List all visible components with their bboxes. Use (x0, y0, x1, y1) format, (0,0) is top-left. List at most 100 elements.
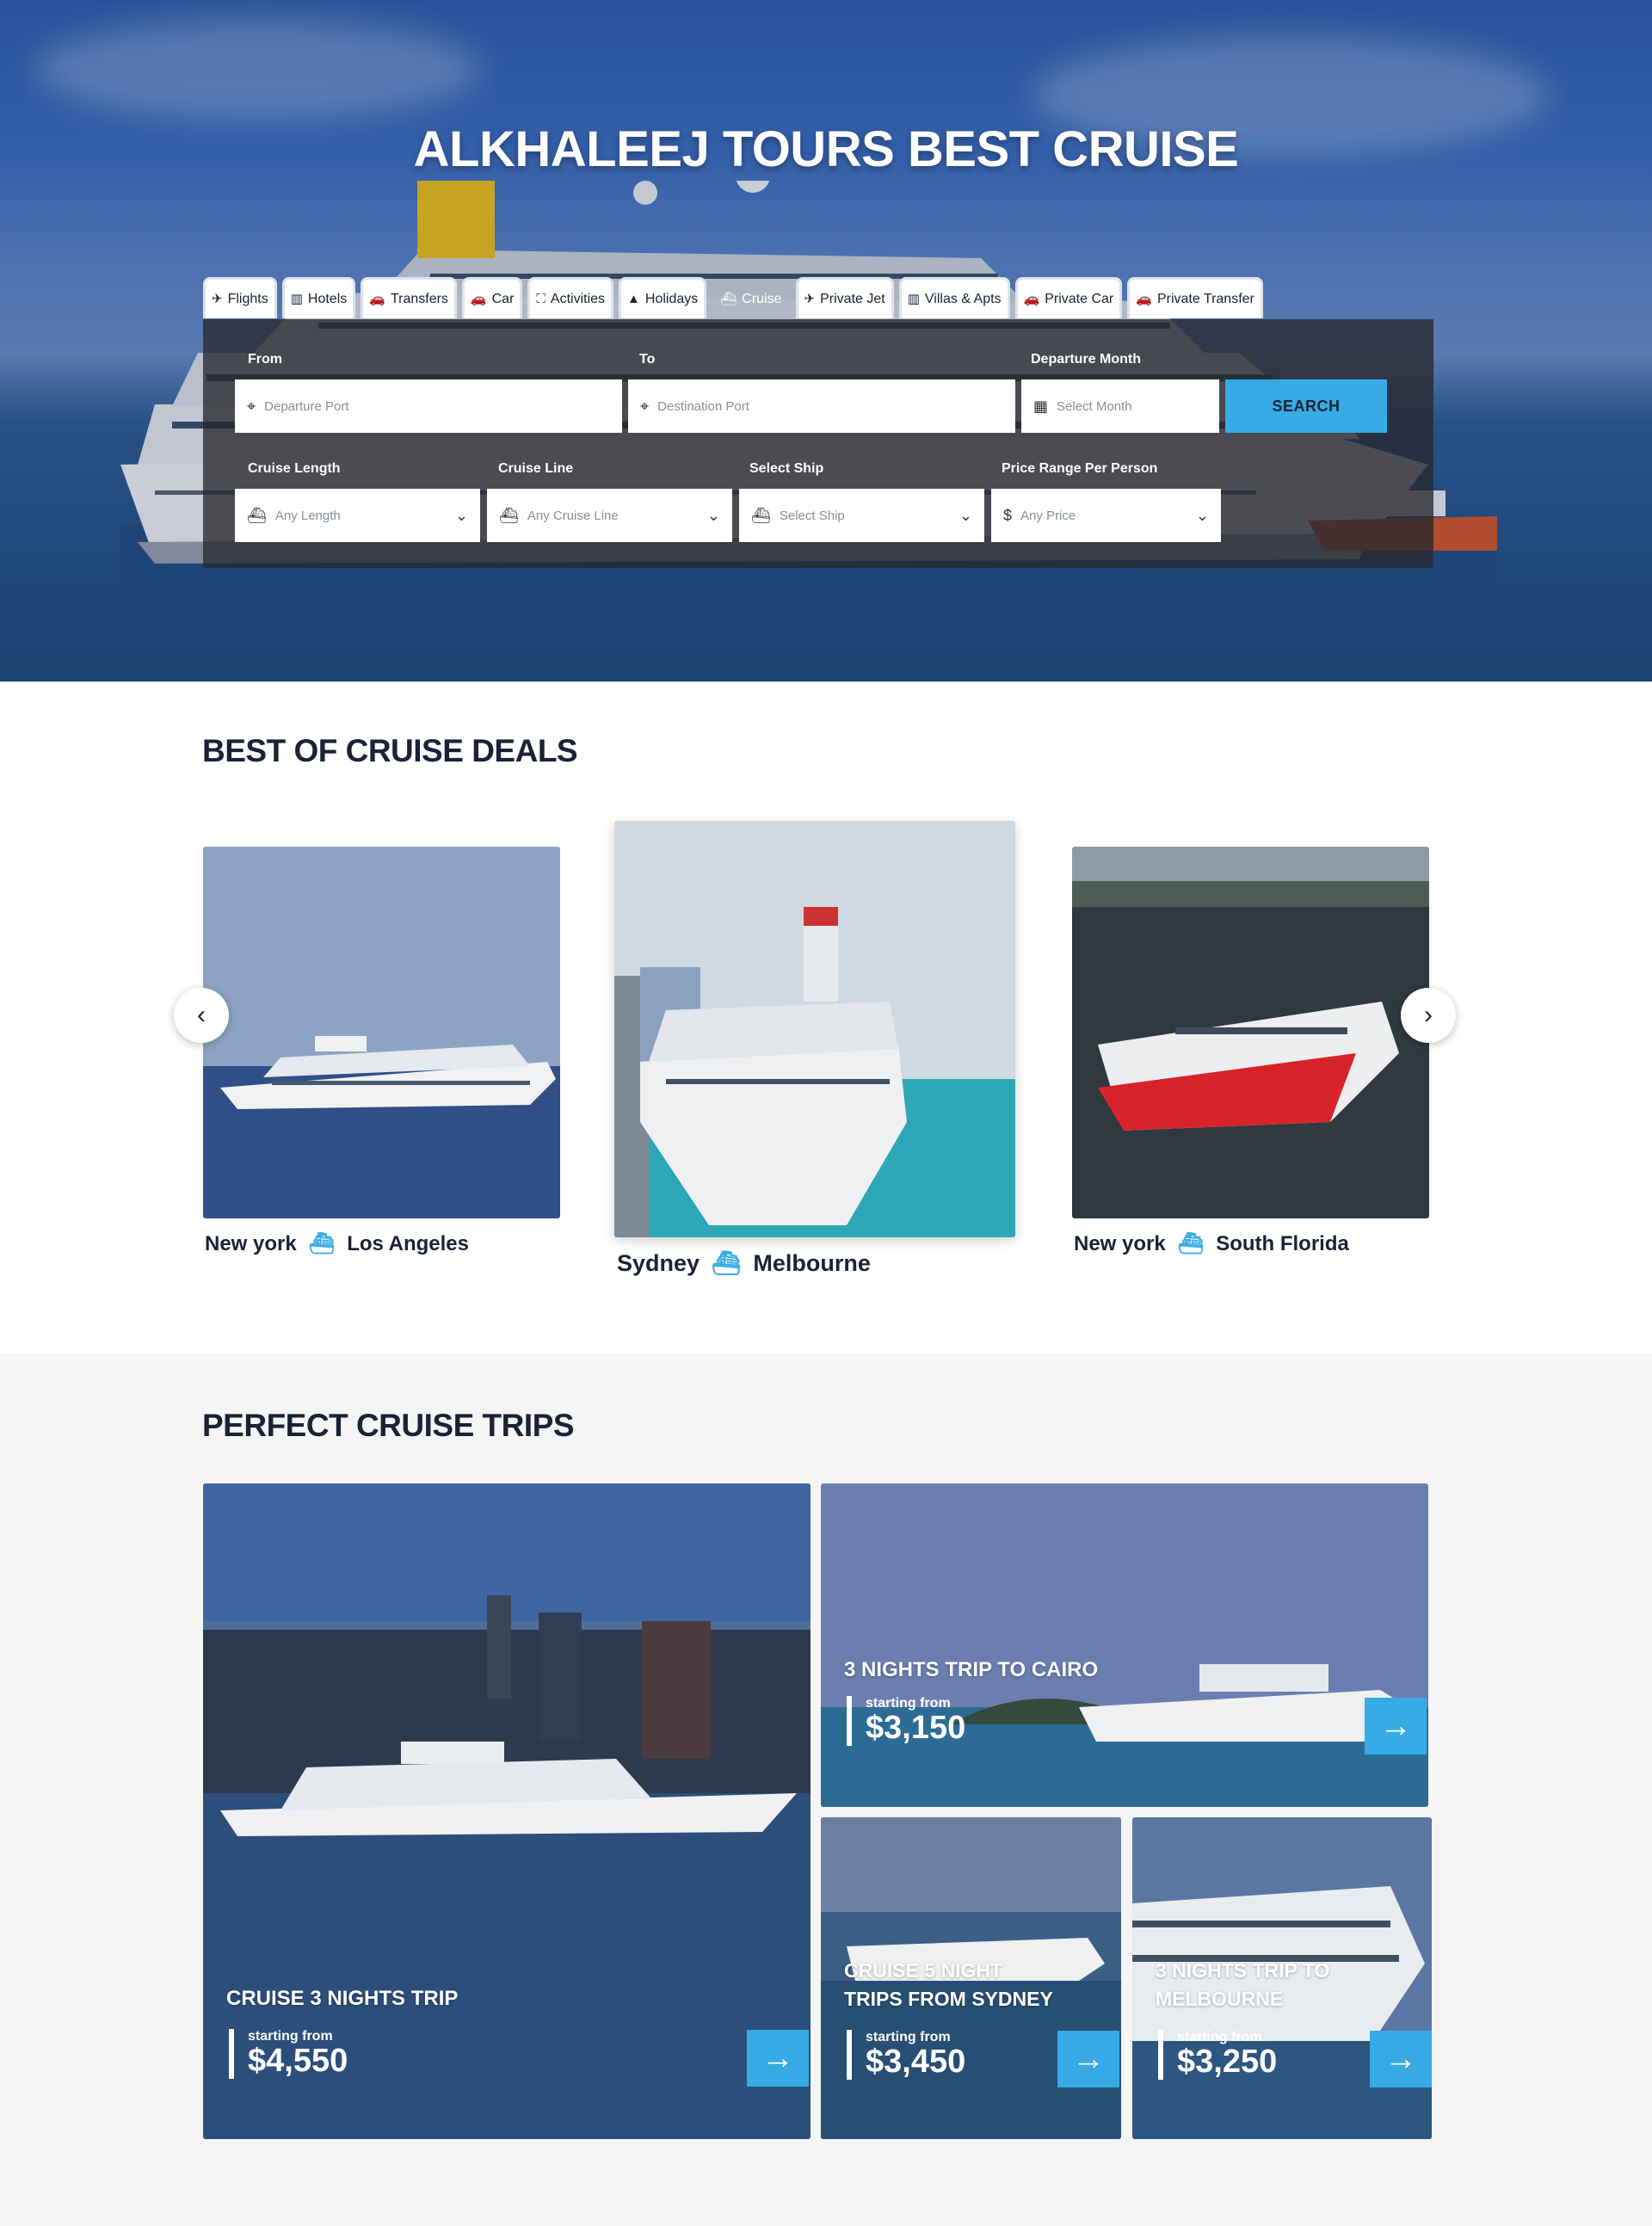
to-placeholder: Destination Port (657, 398, 749, 414)
chevron-down-icon: ⌄ (1195, 506, 1209, 524)
arrow-right-icon: → (1384, 2040, 1417, 2077)
chevron-right-icon: › (1424, 1001, 1433, 1029)
ship-select[interactable]: ⛴ Select Ship ⌄ (739, 489, 984, 542)
hero-banner: ALKHALEEJ TOURS BEST CRUISE ✈ Flights ▥ Ho… (0, 0, 1652, 681)
trip-arrow-button[interactable]: → (1370, 2031, 1432, 2087)
deal-card-image[interactable] (203, 847, 560, 1218)
tab-label: Car (491, 291, 515, 306)
deal-card-image[interactable] (614, 821, 1015, 1237)
car-icon: 🚗 (1023, 292, 1040, 306)
trip-title-line: CRUISE 5 NIGHT (844, 1959, 1003, 1982)
trip-title-line: MELBOURNE (1156, 1988, 1284, 2011)
month-placeholder: Select Month (1057, 398, 1132, 414)
deal-route[interactable]: Sydney ⛴ Melbourne (617, 1249, 871, 1277)
tab-private-jet[interactable]: ✈ Private Jet (795, 277, 894, 318)
ship-value: Select Ship (779, 508, 845, 523)
tab-transfers[interactable]: 🚗 Transfers (361, 277, 457, 318)
tab-label: Villas & Apts (924, 291, 1002, 306)
map-pin-icon: ⌖ (247, 397, 256, 415)
from-label: From (248, 352, 282, 367)
month-field[interactable]: ▦ Select Month (1021, 379, 1219, 433)
tab-label: Holidays (644, 291, 699, 306)
from-placeholder: Departure Port (264, 398, 349, 414)
tab-flights[interactable]: ✈ Flights (203, 277, 277, 318)
chevron-down-icon: ⌄ (959, 506, 972, 524)
ship-label: Select Ship (749, 461, 824, 476)
price-label: Price Range Per Person (1002, 461, 1158, 476)
tree-icon: ▲ (627, 292, 640, 306)
trip-photo (821, 1483, 1428, 1807)
carousel-prev-button[interactable]: ‹ (174, 988, 229, 1043)
trip-card[interactable] (821, 1483, 1428, 1807)
dollar-icon: $ (1003, 506, 1013, 524)
trip-title-line: TRIPS FROM SYDNEY (844, 1988, 1053, 2011)
trip-price-block: starting from $3,250 (1158, 2030, 1277, 2080)
car-icon: 🚗 (1136, 292, 1152, 306)
trip-title-line: 3 NIGHTS TRIP TO (1156, 1959, 1330, 1982)
arrow-right-icon: → (1072, 2040, 1105, 2077)
plane-icon: ✈ (212, 292, 223, 306)
tab-label: Private Jet (820, 291, 885, 306)
trip-price: $3,250 (1177, 2044, 1278, 2080)
tab-car[interactable]: 🚗 Car (461, 277, 523, 318)
trip-price: $3,450 (866, 2044, 966, 2080)
deal-destination: Los Angeles (347, 1231, 469, 1255)
tab-villas-apts[interactable]: ▥ Villas & Apts (898, 277, 1010, 318)
carousel-next-button[interactable]: › (1401, 988, 1456, 1043)
deal-destination: South Florida (1216, 1231, 1349, 1255)
tab-label: Transfers (390, 291, 448, 306)
cruise-line-value: Any Cruise Line (527, 508, 619, 523)
deal-destination: Melbourne (753, 1249, 871, 1276)
cruise-photo (1072, 847, 1429, 1218)
car-icon: 🚗 (369, 292, 385, 306)
tab-activities[interactable]: ⛶ Activities (527, 277, 614, 318)
ship-icon: ⛴ (712, 1250, 742, 1276)
tab-private-transfer[interactable]: 🚗 Private Transfer (1127, 277, 1263, 318)
ship-icon: ⛴ (499, 506, 519, 524)
deal-route[interactable]: New york ⛴ Los Angeles (205, 1231, 469, 1256)
cruise-length-value: Any Length (274, 508, 341, 523)
deals-section-title: BEST OF CRUISE DEALS (202, 733, 578, 768)
length-label: Cruise Length (248, 461, 341, 476)
tab-private-car[interactable]: 🚗 Private Car (1014, 277, 1123, 318)
plane-icon: ✈ (804, 292, 816, 306)
tab-label: Hotels (307, 291, 348, 306)
trip-title: CRUISE 5 NIGHT TRIPS FROM SYDNEY (844, 1957, 1053, 2014)
tab-label: Cruise (742, 291, 782, 306)
ship-icon: ⛴ (1177, 1232, 1205, 1255)
tab-label: Private Car (1045, 291, 1114, 306)
booking-tabs: ✈ Flights ▥ Hotels 🚗 Transfers 🚗 Car ⛶ Activi… (203, 277, 1263, 318)
deal-origin: New york (1074, 1231, 1166, 1255)
to-field[interactable]: ⌖ Destination Port (628, 379, 1015, 433)
deal-route[interactable]: New york ⛴ South Florida (1074, 1231, 1349, 1256)
chevron-down-icon: ⌄ (706, 506, 720, 524)
building-icon: ▥ (907, 292, 920, 306)
cruise-length-select[interactable]: ⛴ Any Length ⌄ (235, 489, 480, 542)
trip-arrow-button[interactable]: → (747, 2030, 809, 2087)
deal-origin: New york (205, 1231, 297, 1255)
price-select[interactable]: $ Any Price ⌄ (991, 489, 1221, 542)
cruise-line-select[interactable]: ⛴ Any Cruise Line ⌄ (487, 489, 732, 542)
trip-arrow-button[interactable]: → (1057, 2031, 1119, 2087)
trip-title: 3 NIGHTS TRIP TO MELBOURNE (1156, 1957, 1329, 2014)
ship-icon: ⛴ (247, 506, 267, 524)
trip-arrow-button[interactable]: → (1365, 1698, 1427, 1754)
search-button[interactable]: SEARCH (1225, 379, 1387, 433)
tab-cruise[interactable]: ⛴ Cruise (712, 277, 790, 318)
tab-label: Flights (227, 291, 268, 306)
hero-title: ALKHALEEJ TOURS BEST CRUISE (413, 121, 1239, 177)
to-label: To (639, 352, 656, 367)
ship-icon: ⛴ (720, 292, 737, 306)
deal-origin: Sydney (617, 1249, 700, 1276)
ship-icon: ⛴ (308, 1232, 336, 1255)
tab-label: Activities (550, 291, 606, 306)
calendar-icon: ▦ (1033, 397, 1049, 415)
price-value: Any Price (1020, 508, 1076, 523)
tab-hotels[interactable]: ▥ Hotels (281, 277, 356, 318)
deal-card-image[interactable] (1072, 847, 1429, 1218)
from-field[interactable]: ⌖ Departure Port (235, 379, 622, 433)
trip-price: $3,150 (866, 1710, 966, 1746)
trip-price: $4,550 (248, 2043, 348, 2079)
trip-title: 3 NIGHTS TRIP TO CAIRO (844, 1658, 1099, 1681)
tab-holidays[interactable]: ▲ Holidays (619, 277, 707, 318)
